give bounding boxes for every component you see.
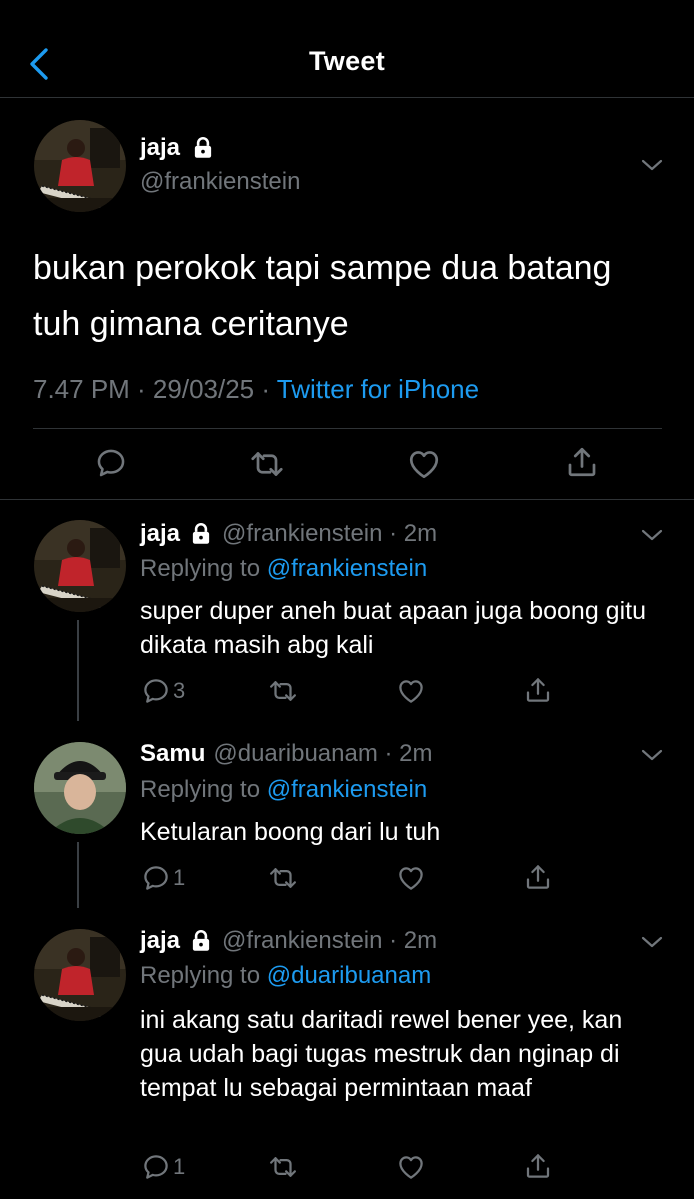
author-display-name: Samu — [140, 740, 206, 767]
author-display-name: jaja — [140, 520, 181, 547]
retweet-button[interactable] — [249, 446, 285, 482]
reply-button[interactable]: 1 — [141, 863, 185, 893]
like-icon — [406, 446, 442, 482]
reply-icon — [141, 1152, 171, 1182]
replying-to-handle[interactable]: @frankienstein — [267, 555, 427, 582]
author-handle[interactable]: @frankienstein — [140, 168, 300, 196]
share-button[interactable] — [523, 862, 553, 892]
replying-to-handle[interactable]: @frankienstein — [267, 776, 427, 803]
author-handle-time: @duaribuanam · 2m — [213, 740, 433, 767]
reply-header[interactable]: jaja @frankienstein · 2m — [140, 927, 437, 955]
retweet-icon — [268, 1152, 298, 1182]
replying-prefix: Replying to — [140, 776, 261, 803]
like-icon — [396, 676, 426, 706]
share-icon — [523, 675, 553, 705]
author-handle-time: @frankienstein · 2m — [222, 520, 438, 547]
like-button[interactable] — [406, 446, 442, 482]
retweet-button[interactable] — [268, 863, 298, 893]
reply-text: ini akang satu daritadi rewel bener yee,… — [140, 1006, 623, 1102]
reply-count: 1 — [173, 1154, 186, 1179]
like-button[interactable] — [396, 1152, 426, 1182]
retweet-icon — [268, 863, 298, 893]
retweet-button[interactable] — [268, 1152, 298, 1182]
share-icon — [523, 1151, 553, 1181]
reply-count: 1 — [173, 865, 186, 890]
replying-to: Replying to @frankienstein — [140, 776, 427, 804]
divider — [33, 428, 662, 429]
replying-to: Replying to @duaribuanam — [140, 962, 431, 990]
like-icon — [396, 863, 426, 893]
tweet-text: bukan perokok tapi sampe dua batang tuh … — [33, 249, 612, 343]
replying-prefix: Replying to — [140, 555, 261, 582]
reply-header[interactable]: Samu @duaribuanam · 2m — [140, 740, 433, 768]
avatar[interactable] — [34, 929, 126, 1021]
author-name[interactable]: jaja — [140, 134, 216, 162]
thread-line — [77, 620, 79, 721]
retweet-icon — [268, 676, 298, 706]
reply-button[interactable]: 1 — [141, 1152, 185, 1182]
tweet-source-link[interactable]: Twitter for iPhone — [277, 374, 479, 404]
share-button[interactable] — [523, 1151, 553, 1181]
share-icon — [523, 862, 553, 892]
avatar[interactable] — [34, 120, 126, 212]
like-icon — [396, 1152, 426, 1182]
tweet-timestamp: 7.47 PM · 29/03/25 · — [33, 374, 277, 404]
reply-header[interactable]: jaja @frankienstein · 2m — [140, 520, 437, 548]
replying-to-handle[interactable]: @duaribuanam — [267, 962, 431, 989]
page-title: Tweet — [308, 46, 385, 76]
like-button[interactable] — [396, 863, 426, 893]
avatar[interactable] — [34, 520, 126, 612]
retweet-button[interactable] — [268, 676, 298, 706]
reply-icon — [141, 863, 171, 893]
chevron-down-icon[interactable] — [641, 158, 663, 172]
avatar[interactable] — [34, 742, 126, 834]
reply-button[interactable]: 3 — [141, 676, 185, 706]
author-display-name: jaja — [140, 134, 181, 161]
chevron-down-icon[interactable] — [641, 935, 663, 949]
reply-button[interactable] — [94, 446, 128, 480]
reply-count: 3 — [173, 678, 186, 703]
share-icon — [564, 444, 600, 480]
author-display-name: jaja — [140, 927, 181, 954]
tweet-meta: 7.47 PM · 29/03/25 · Twitter for iPhone — [33, 374, 479, 405]
retweet-icon — [249, 446, 285, 482]
chevron-down-icon[interactable] — [641, 748, 663, 762]
chevron-down-icon[interactable] — [641, 528, 663, 542]
reply-text: super duper aneh buat apaan juga boong g… — [140, 597, 646, 659]
thread-line — [77, 842, 79, 908]
lock-icon — [190, 135, 216, 161]
divider — [0, 499, 694, 500]
author-handle-time: @frankienstein · 2m — [222, 927, 438, 954]
top-navigation-bar: Tweet — [0, 0, 694, 98]
lock-icon — [188, 928, 214, 954]
reply-icon — [141, 676, 171, 706]
reply-text: Ketularan boong dari lu tuh — [140, 818, 441, 846]
lock-icon — [188, 521, 214, 547]
like-button[interactable] — [396, 676, 426, 706]
replying-prefix: Replying to — [140, 962, 261, 989]
share-button[interactable] — [523, 675, 553, 705]
replying-to: Replying to @frankienstein — [140, 555, 427, 583]
share-button[interactable] — [564, 444, 600, 480]
reply-icon — [94, 446, 128, 480]
